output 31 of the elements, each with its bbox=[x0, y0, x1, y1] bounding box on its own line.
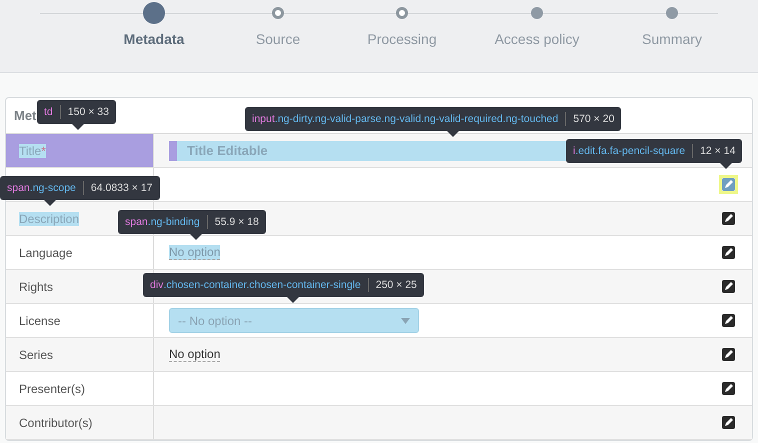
inspector-tooltip: i.edit.fa.fa-pencil-square 12 × 14 bbox=[566, 139, 742, 169]
inspector-tooltip: input.ng-dirty.ng-valid-parse.ng-valid.ng-valid-required.ng-touched 570 × 20 bbox=[245, 107, 622, 137]
inspector-tooltip: span.ng-scope 64.0833 × 17 bbox=[0, 176, 160, 206]
step-label[interactable]: Access policy bbox=[494, 31, 580, 47]
pencil-icon[interactable] bbox=[722, 416, 735, 429]
field-label: Description bbox=[19, 212, 80, 226]
pencil-icon[interactable] bbox=[722, 280, 735, 293]
field-label: Series bbox=[19, 348, 54, 362]
pencil-icon[interactable] bbox=[722, 212, 735, 225]
field-label: Presenter(s) bbox=[19, 382, 86, 396]
pencil-icon[interactable] bbox=[722, 348, 735, 361]
step-label[interactable]: Processing bbox=[367, 31, 437, 47]
pencil-icon[interactable] bbox=[722, 314, 735, 327]
field-label: Rights bbox=[19, 280, 54, 294]
section-heading: Met bbox=[14, 108, 36, 123]
license-dropdown[interactable]: -- No option -- bbox=[169, 308, 419, 333]
inspector-tooltip: span.ng-binding 55.9 × 18 bbox=[118, 210, 266, 240]
inspector-tooltip: td 150 × 33 bbox=[37, 100, 116, 130]
field-value[interactable]: No option bbox=[169, 245, 220, 260]
caret-icon bbox=[401, 318, 410, 324]
field-label: License bbox=[19, 314, 60, 328]
field-label: Title* bbox=[19, 144, 46, 158]
field-value[interactable]: No option bbox=[169, 347, 220, 362]
step-label[interactable]: Summary bbox=[642, 31, 702, 47]
field-label: Contributor(s) bbox=[19, 416, 92, 430]
step-label[interactable]: Metadata bbox=[124, 31, 184, 47]
pencil-icon[interactable] bbox=[722, 246, 735, 259]
step-label[interactable]: Source bbox=[256, 31, 300, 47]
inspector-tooltip: div.chosen-container.chosen-container-single 250 × 25 bbox=[143, 273, 424, 303]
pencil-icon[interactable] bbox=[722, 382, 735, 395]
field-label: Language bbox=[19, 246, 72, 260]
